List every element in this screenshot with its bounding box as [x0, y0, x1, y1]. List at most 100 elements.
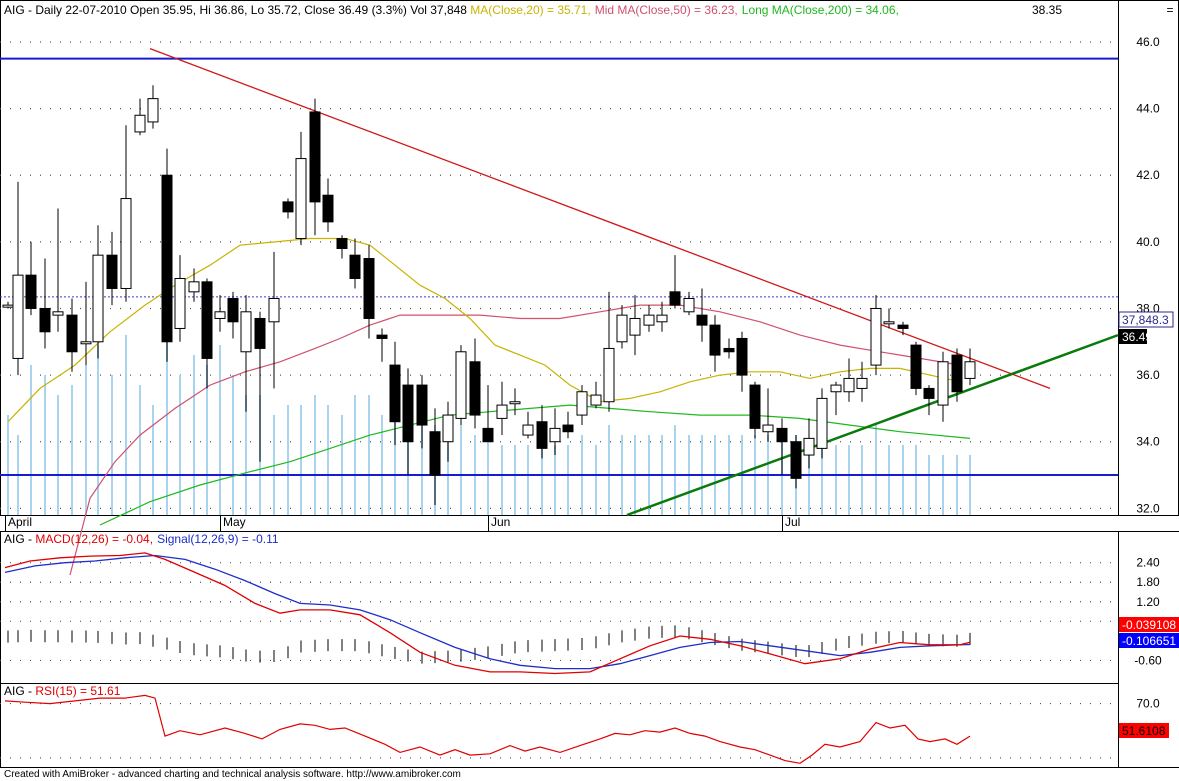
volume-bar-21 — [287, 405, 289, 515]
candle-body-21 — [282, 201, 294, 213]
candle-body-64 — [856, 377, 868, 389]
candle-body-20 — [268, 297, 280, 323]
macd-tick-label-2: 1.20 — [1136, 595, 1160, 609]
candle-body-33 — [442, 414, 454, 443]
month-axis: April May Jun Jul — [5, 515, 800, 531]
header-right-mark: = — [1166, 3, 1173, 17]
rsi-pane-frame — [0, 683, 1119, 768]
rsi-header-rsi: RSI(15) = 51.61 — [35, 684, 120, 698]
candle-body-22 — [295, 158, 307, 240]
volume-bar-37 — [501, 445, 503, 515]
volume-bar-11 — [152, 405, 154, 515]
candle-body-29 — [389, 364, 401, 423]
macd-badge: -0.039108 — [1122, 618, 1176, 632]
header-ma50: Mid MA(Close,50) = 36.23, — [595, 3, 738, 17]
price-tick-label-3: 40.0 — [1136, 235, 1160, 249]
volume-bar-22 — [300, 405, 302, 515]
volume-bar-25 — [341, 415, 343, 515]
rsi-line — [4, 694, 971, 764]
ma20-line — [7, 237, 961, 423]
candle-body-35 — [469, 361, 481, 416]
candle-body-12 — [161, 174, 173, 343]
trendline-down — [149, 48, 1051, 390]
header-ma20: MA(Close,20) = 35.71, — [470, 3, 590, 17]
volume-bar-4 — [57, 395, 59, 515]
volume-bar-18 — [245, 395, 247, 515]
price-tick-label-7: 32.0 — [1136, 501, 1160, 515]
candle-body-56 — [749, 384, 761, 429]
candle-body-5 — [66, 314, 78, 353]
price-badge: 36.49 — [1122, 330, 1152, 344]
macd-header-macd: MACD(12,26) = -0.04, — [35, 532, 153, 546]
candle-body-43 — [576, 391, 588, 416]
volume-bar-13 — [179, 375, 181, 515]
candle-body-58 — [776, 427, 788, 443]
volume-bar-26 — [354, 395, 356, 515]
month-label-april: April — [8, 515, 32, 529]
candle-body-71 — [951, 354, 963, 393]
volume-bar-2 — [30, 365, 32, 515]
candle-body-28 — [376, 334, 388, 339]
candle-body-1 — [12, 274, 24, 359]
candle-body-30 — [402, 384, 414, 443]
candle-body-72 — [964, 361, 976, 379]
volume-bar-42 — [567, 445, 569, 515]
volume-bar-69 — [928, 455, 930, 515]
candle-body-50 — [669, 291, 681, 306]
candle-body-42 — [562, 424, 574, 433]
candle-body-15 — [201, 281, 213, 359]
volume-bar-27 — [368, 395, 370, 515]
volume-bar-23 — [314, 395, 316, 515]
volume-bar-39 — [527, 445, 529, 515]
candle-body-57 — [762, 424, 774, 433]
month-label-jun: Jun — [491, 515, 510, 529]
volume-bar-68 — [915, 445, 917, 515]
rsi-axis-ticks: 70.0 — [1136, 697, 1160, 711]
month-label-may: May — [223, 515, 246, 529]
candle-body-0 — [2, 304, 14, 308]
candle-body-66 — [883, 321, 895, 325]
volume-bar-70 — [942, 455, 944, 515]
candle-body-36 — [482, 427, 494, 443]
price-tick-label-1: 44.0 — [1136, 102, 1160, 116]
candle-body-38 — [509, 401, 521, 405]
candle-body-63 — [843, 377, 855, 393]
volume-bar-65 — [875, 425, 877, 515]
rsi-gridlines — [0, 702, 1118, 759]
candle-body-24 — [322, 194, 334, 223]
candle-body-60 — [803, 437, 815, 456]
candle-body-32 — [429, 431, 441, 476]
candle-body-49 — [656, 314, 668, 323]
header-ma200: Long MA(Close,200) = 34.06, — [742, 3, 899, 17]
macd-header-signal: Signal(12,26,9) = -0.11 — [157, 532, 279, 546]
header-ref-value: 38.35 — [1032, 3, 1062, 17]
candle-body-17 — [227, 297, 239, 323]
candle-body-4 — [52, 311, 64, 316]
rsi-tick-label-0: 70.0 — [1136, 697, 1160, 711]
candle-body-51 — [683, 297, 695, 313]
candle-body-59 — [790, 441, 802, 479]
volume-bar-14 — [193, 355, 195, 515]
candle-body-7 — [92, 254, 104, 343]
candle-body-54 — [723, 347, 735, 353]
candle-body-39 — [522, 424, 534, 436]
volume-bar-71 — [956, 455, 958, 515]
candle-body-19 — [254, 317, 266, 349]
candle-body-34 — [455, 351, 467, 419]
volume-bar-7 — [97, 345, 99, 515]
header-symbol: AIG — [4, 3, 25, 17]
candle-body-11 — [147, 98, 159, 123]
macd-tick-label-0: 2.40 — [1136, 556, 1160, 570]
volume-bar-17 — [232, 375, 234, 515]
volume-bar-8 — [111, 375, 113, 515]
header-summary: - Daily 22-07-2010 Open 35.95, Hi 36.86,… — [25, 3, 471, 17]
rsi-header: AIG - RSI(15) = 51.61 — [4, 684, 121, 698]
candle-body-55 — [736, 337, 748, 376]
volume-bar-63 — [848, 445, 850, 515]
candle-body-41 — [549, 427, 561, 443]
volume-bar-10 — [139, 385, 141, 515]
price-tick-label-6: 34.0 — [1136, 435, 1160, 449]
volume-bar-34 — [460, 425, 462, 515]
volume-bar-28 — [381, 415, 383, 515]
volume-bar-3 — [44, 375, 46, 515]
